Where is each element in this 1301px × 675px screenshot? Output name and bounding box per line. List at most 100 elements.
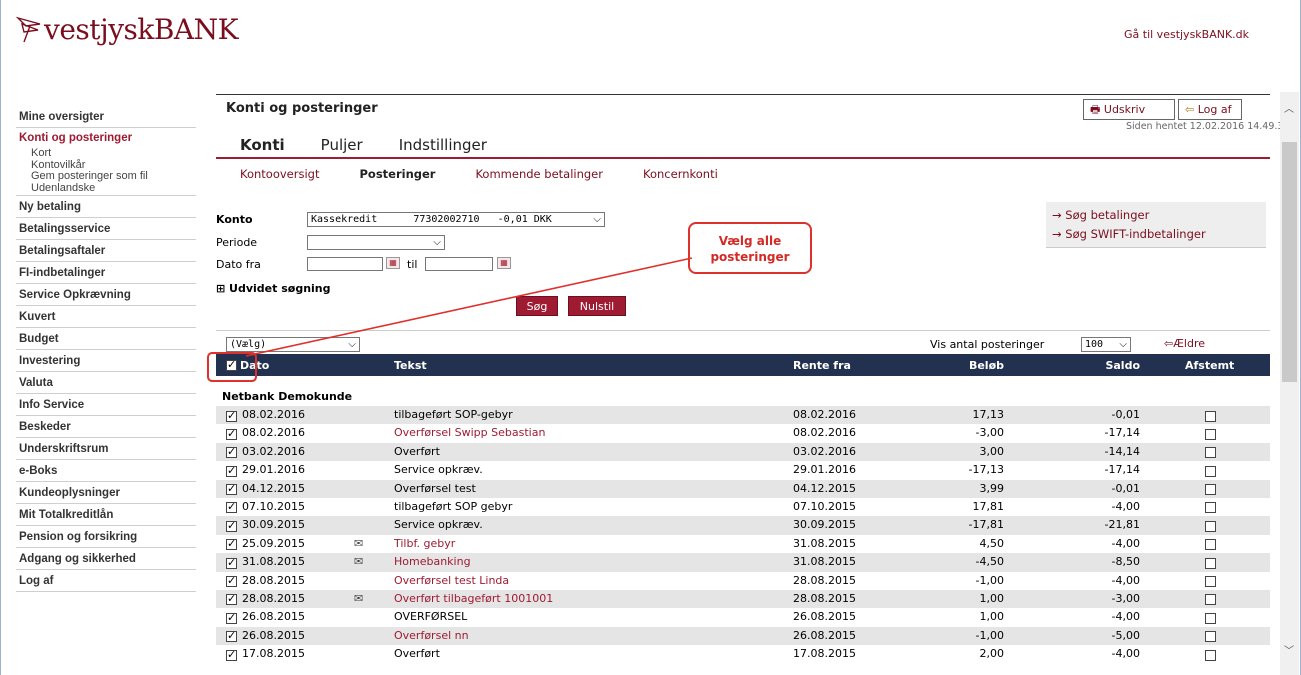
cell-saldo: -17,14: [1104, 463, 1140, 477]
sidebar-item[interactable]: Kundeoplysninger: [16, 482, 196, 504]
scroll-down-icon[interactable]: ﹀: [1284, 642, 1294, 657]
checkbox-icon: [1205, 447, 1216, 459]
row-checkbox[interactable]: [226, 482, 237, 496]
sidebar-item[interactable]: Adgang og sikkerhed: [16, 548, 196, 570]
sidebar-subitem[interactable]: Udenlandske: [16, 182, 196, 195]
cell-belob: 17,13: [972, 408, 1005, 421]
sidebar-item[interactable]: Konti og posteringer: [16, 128, 196, 148]
row-checkbox[interactable]: [226, 445, 237, 459]
bank-logo[interactable]: vestjyskBANK: [16, 14, 239, 44]
tab-indstillinger[interactable]: Indstillinger: [399, 136, 487, 154]
transaction-link[interactable]: Overførsel test Linda: [394, 574, 509, 587]
subtab-kommende-betalinger[interactable]: Kommende betalinger: [475, 167, 603, 181]
row-checkbox[interactable]: [226, 427, 237, 440]
search-swift-link[interactable]: → Søg SWIFT-indbetalinger: [1052, 227, 1206, 241]
sidebar-item[interactable]: Betalingsaftaler: [16, 240, 196, 262]
sidebar-item[interactable]: Betalingsservice: [16, 218, 196, 240]
sidebar-subitem[interactable]: Gem posteringer som fil: [16, 170, 196, 183]
print-button[interactable]: 🖶 Udskriv: [1083, 99, 1175, 120]
subtab-koncernkonti[interactable]: Koncernkonti: [643, 167, 718, 181]
cell-saldo: -5,00: [1111, 628, 1140, 642]
row-checkbox[interactable]: [226, 537, 237, 551]
row-checkbox[interactable]: [226, 592, 237, 606]
sidebar-item[interactable]: Investering: [16, 350, 196, 372]
count-select[interactable]: 100 ⌵: [1081, 337, 1131, 352]
sidebar-item[interactable]: Service Opkrævning: [16, 284, 196, 306]
date-to-input[interactable]: [425, 257, 493, 271]
tab-puljer[interactable]: Puljer: [321, 136, 363, 154]
logout-button[interactable]: ⇦ Log af: [1178, 99, 1242, 120]
row-checkbox[interactable]: [226, 409, 237, 422]
vertical-scrollbar[interactable]: ︿ ﹀: [1280, 92, 1299, 675]
subtab-posteringer[interactable]: Posteringer: [359, 167, 435, 181]
row-checkbox[interactable]: [226, 500, 237, 514]
transaction-link[interactable]: Overført tilbageført 1001001: [394, 592, 553, 605]
row-checkbox[interactable]: [226, 464, 237, 477]
subtab-kontooversigt[interactable]: Kontooversigt: [240, 167, 319, 181]
afstemt-checkbox[interactable]: [1205, 464, 1216, 477]
afstemt-checkbox[interactable]: [1205, 648, 1216, 661]
transaction-link[interactable]: Homebanking: [394, 555, 471, 568]
afstemt-checkbox[interactable]: [1205, 519, 1216, 532]
sidebar-item[interactable]: Info Service: [16, 394, 196, 416]
column-belob[interactable]: Beløb: [916, 359, 1004, 372]
afstemt-checkbox[interactable]: [1205, 611, 1216, 624]
afstemt-checkbox[interactable]: [1205, 446, 1216, 459]
sidebar-item[interactable]: Ny betaling: [16, 196, 196, 218]
sidebar-item[interactable]: Budget: [16, 328, 196, 350]
sidebar-item[interactable]: Mine oversigter: [16, 106, 196, 128]
row-checkbox[interactable]: [226, 611, 237, 624]
afstemt-checkbox[interactable]: [1205, 593, 1216, 606]
row-checkbox[interactable]: [226, 629, 237, 643]
sidebar-item[interactable]: Valuta: [16, 372, 196, 394]
afstemt-checkbox[interactable]: [1205, 483, 1216, 496]
row-checkbox[interactable]: [226, 519, 237, 532]
transaction-link[interactable]: Overførsel nn: [394, 629, 469, 642]
scrollbar-thumb[interactable]: [1282, 142, 1297, 382]
row-checkbox[interactable]: [226, 648, 237, 661]
goto-website-link[interactable]: Gå til vestjyskBANK.dk: [1124, 28, 1249, 41]
column-saldo[interactable]: Saldo: [1056, 359, 1140, 372]
sidebar-item[interactable]: Log af: [16, 570, 196, 592]
row-checkbox[interactable]: [226, 556, 237, 569]
calendar-icon[interactable]: ▦: [497, 257, 511, 269]
sidebar-item[interactable]: e-Boks: [16, 460, 196, 482]
sidebar-item[interactable]: Kuvert: [16, 306, 196, 328]
mail-icon[interactable]: ✉: [354, 555, 363, 568]
sidebar-item[interactable]: Mit Totalkreditlån: [16, 504, 196, 526]
reset-button[interactable]: Nulstil: [568, 296, 626, 316]
tab-konti[interactable]: Konti: [240, 136, 285, 154]
afstemt-checkbox[interactable]: [1205, 575, 1216, 588]
search-button[interactable]: Søg: [516, 296, 558, 316]
date-from-input[interactable]: [307, 257, 383, 271]
account-select[interactable]: Kassekredit 77302002710 -0,01 DKK ⌵: [307, 212, 605, 227]
transaction-link[interactable]: Tilbf. gebyr: [394, 537, 455, 550]
period-select[interactable]: ⌵: [307, 235, 445, 250]
sidebar-item[interactable]: Underskriftsrum: [16, 438, 196, 460]
sidebar-subitem[interactable]: Kort: [16, 147, 196, 160]
column-afstemt[interactable]: Afstemt: [1185, 359, 1234, 372]
logout-label: Log af: [1197, 103, 1232, 116]
afstemt-checkbox[interactable]: [1205, 630, 1216, 643]
transaction-link[interactable]: Overførsel Swipp Sebastian: [394, 426, 545, 439]
sidebar-item[interactable]: Beskeder: [16, 416, 196, 438]
advanced-search-toggle[interactable]: ⊞ Udvidet søgning: [216, 282, 331, 295]
mail-icon[interactable]: ✉: [354, 537, 363, 550]
action-select[interactable]: (Vælg) ⌵: [226, 337, 360, 352]
afstemt-checkbox[interactable]: [1205, 538, 1216, 551]
afstemt-checkbox[interactable]: [1205, 409, 1216, 422]
mail-icon[interactable]: ✉: [354, 592, 363, 605]
row-checkbox[interactable]: [226, 574, 237, 588]
afstemt-checkbox[interactable]: [1205, 556, 1216, 569]
scroll-up-icon[interactable]: ︿: [1284, 100, 1294, 115]
search-payments-link[interactable]: → Søg betalinger: [1052, 208, 1149, 222]
annotation-text: Vælg alle posteringer: [710, 234, 790, 264]
older-link[interactable]: ⇦Ældre: [1164, 337, 1205, 350]
column-tekst[interactable]: Tekst: [394, 359, 427, 372]
column-rente-fra[interactable]: Rente fra: [793, 359, 851, 372]
afstemt-checkbox[interactable]: [1205, 501, 1216, 514]
afstemt-checkbox[interactable]: [1205, 427, 1216, 440]
calendar-icon[interactable]: ▦: [386, 257, 400, 269]
sidebar-item[interactable]: Pension og forsikring: [16, 526, 196, 548]
sidebar-item[interactable]: FI-indbetalinger: [16, 262, 196, 284]
